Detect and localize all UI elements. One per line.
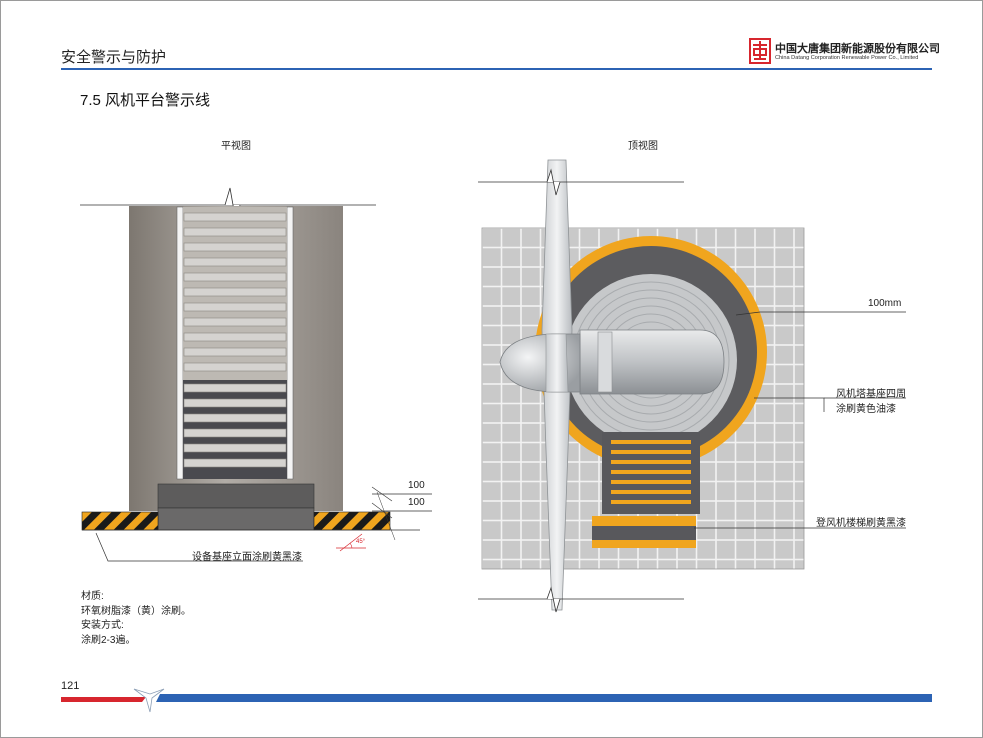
- material-notes: 材质: 环氧树脂漆（黄）涂刷。 安装方式: 涂刷2-3遍。: [81, 590, 191, 648]
- ladder-rungs: [183, 212, 287, 468]
- ladder-note-label: 登风机楼梯刷黄黑漆: [816, 518, 906, 529]
- tower-note-line2: 涂刷黄色油漆: [836, 404, 896, 415]
- angle-label: 45°: [356, 539, 366, 545]
- dim-label-1: 100: [408, 480, 425, 491]
- plan-view: [80, 187, 432, 562]
- tower-note-line1: 风机塔基座四周: [836, 389, 906, 400]
- install-label: 安装方式:: [81, 620, 124, 631]
- install-value: 涂刷2-3遍。: [81, 634, 136, 646]
- base-note-label: 设备基座立面涂刷黄黑漆: [192, 552, 302, 563]
- material-label: 材质:: [81, 591, 104, 602]
- footer-bar: [61, 688, 932, 713]
- dim-label-2: 100: [408, 497, 425, 508]
- width-label: 100mm: [868, 298, 902, 309]
- material-value: 环氧树脂漆（黄）涂刷。: [81, 605, 191, 617]
- hazard-strip-left: [81, 511, 159, 531]
- hazard-strip-right: [313, 511, 391, 531]
- page-number: 121: [61, 680, 80, 692]
